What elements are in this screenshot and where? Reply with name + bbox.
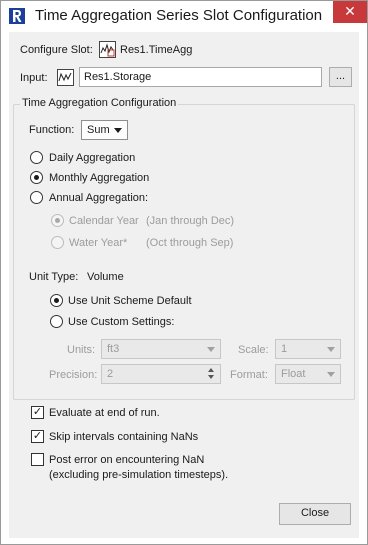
function-dropdown[interactable]: Sum — [81, 120, 128, 140]
precision-value: 2 — [107, 368, 114, 380]
time-aggregation-slot-icon — [99, 41, 116, 58]
units-label: Units: — [67, 344, 96, 356]
format-value: Float — [281, 368, 306, 380]
riverware-app-icon — [9, 8, 25, 24]
precision-label: Precision: — [49, 369, 98, 381]
close-icon: ✕ — [344, 3, 356, 19]
annual-aggregation-radio[interactable] — [30, 191, 43, 204]
chevron-down-icon — [327, 347, 335, 352]
unit-type-value: Volume — [87, 271, 124, 283]
post-error-nan-label: Post error on encountering NaN — [49, 454, 205, 466]
skip-nan-intervals-label: Skip intervals containing NaNs — [49, 431, 199, 443]
daily-aggregation-radio[interactable] — [30, 151, 43, 164]
annual-aggregation-label: Annual Aggregation: — [49, 192, 149, 204]
precision-spinbox[interactable]: 2 — [101, 364, 221, 384]
monthly-aggregation-radio[interactable] — [30, 171, 43, 184]
checkmark-icon: ✓ — [32, 430, 43, 442]
water-year-label: Water Year* — [69, 237, 128, 249]
title-bar[interactable]: Time Aggregation Series Slot Configurati… — [1, 1, 367, 31]
unit-scheme-default-radio[interactable] — [50, 294, 63, 307]
input-slot-value: Res1.Storage — [84, 71, 152, 83]
units-value: ft3 — [107, 343, 120, 355]
dialog-body: Configure Slot: Res1.TimeAgg Input: Res1… — [9, 32, 359, 538]
daily-aggregation-label: Daily Aggregation — [49, 152, 136, 164]
skip-nan-intervals-checkbox[interactable]: ✓ — [31, 430, 44, 443]
browse-input-button[interactable]: ... — [329, 67, 352, 87]
post-error-nan-checkbox[interactable] — [31, 453, 44, 466]
format-dropdown[interactable]: Float — [275, 364, 341, 384]
spinner-arrows-icon[interactable] — [205, 364, 219, 384]
post-error-nan-sublabel: (excluding pre-simulation timesteps). — [49, 469, 229, 481]
units-dropdown[interactable]: ft3 — [101, 339, 221, 359]
close-window-button[interactable]: ✕ — [333, 1, 367, 23]
evaluate-end-of-run-checkbox[interactable]: ✓ — [31, 406, 44, 419]
dialog-window: Time Aggregation Series Slot Configurati… — [0, 0, 368, 545]
custom-settings-label: Use Custom Settings: — [68, 316, 175, 328]
close-button[interactable]: Close — [279, 503, 351, 525]
configure-slot-label: Configure Slot: — [20, 44, 93, 56]
function-value: Sum — [87, 124, 110, 136]
input-slot-field[interactable]: Res1.Storage — [79, 67, 322, 87]
format-label: Format: — [230, 369, 268, 381]
unit-scheme-default-label: Use Unit Scheme Default — [68, 295, 192, 307]
configure-slot-value: Res1.TimeAgg — [120, 44, 193, 56]
group-title: Time Aggregation Configuration — [20, 97, 179, 109]
chevron-down-icon — [207, 347, 215, 352]
calendar-year-note: (Jan through Dec) — [146, 215, 235, 227]
unit-type-label: Unit Type: — [29, 271, 79, 283]
custom-settings-radio[interactable] — [50, 315, 63, 328]
monthly-aggregation-label: Monthly Aggregation — [49, 172, 150, 184]
water-year-radio[interactable] — [51, 236, 64, 249]
input-label: Input: — [20, 72, 48, 84]
checkmark-icon: ✓ — [32, 406, 43, 418]
scale-value: 1 — [281, 343, 288, 355]
scale-dropdown[interactable]: 1 — [275, 339, 341, 359]
function-label: Function: — [29, 124, 75, 136]
evaluate-end-of-run-label: Evaluate at end of run. — [49, 407, 160, 419]
chevron-down-icon — [327, 372, 335, 377]
calendar-year-radio[interactable] — [51, 214, 64, 227]
water-year-note: (Oct through Sep) — [146, 237, 234, 249]
window-title: Time Aggregation Series Slot Configurati… — [35, 7, 323, 24]
series-slot-icon — [57, 69, 74, 86]
calendar-year-label: Calendar Year — [69, 215, 139, 227]
scale-label: Scale: — [238, 344, 269, 356]
chevron-down-icon — [114, 128, 122, 133]
